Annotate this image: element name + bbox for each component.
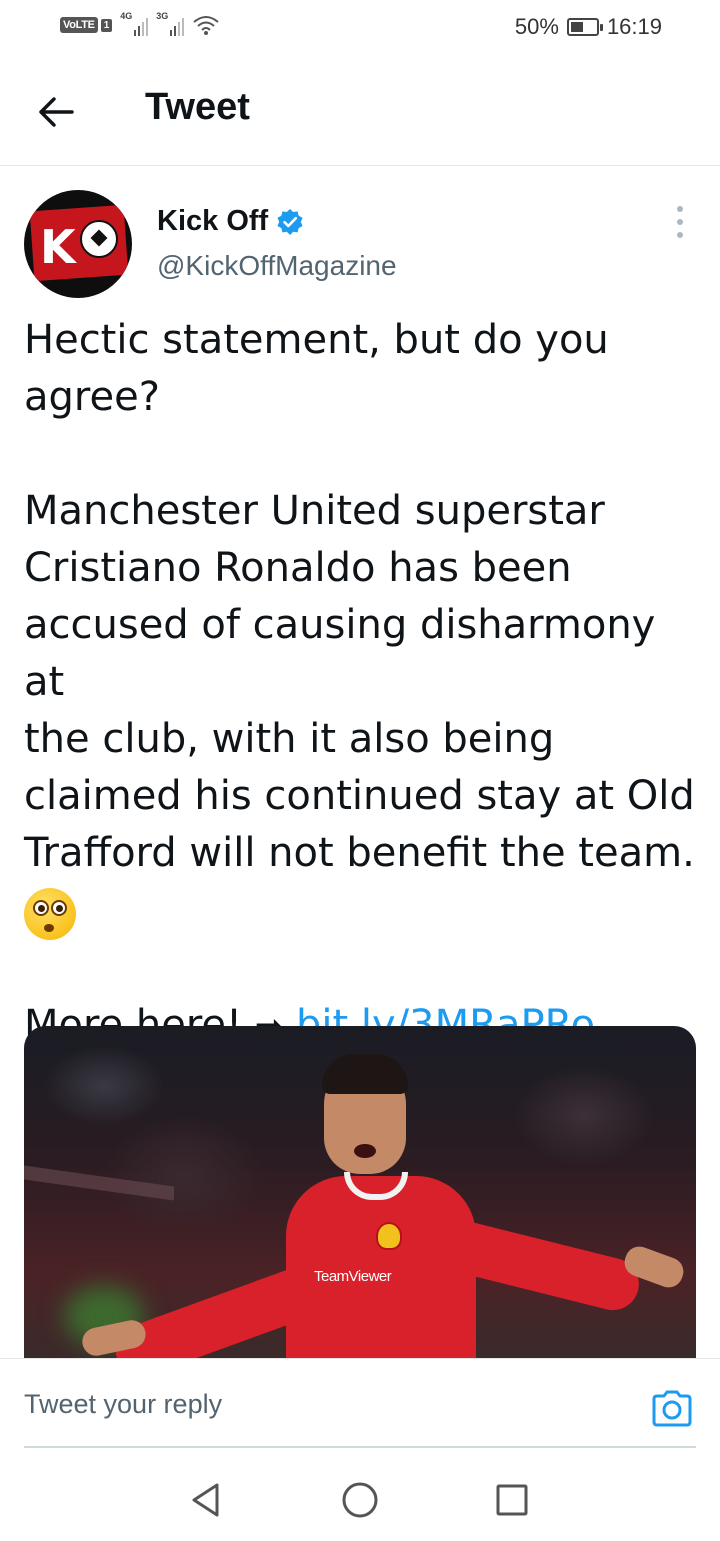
flushed-face-emoji-icon xyxy=(24,888,76,940)
page-title: Tweet xyxy=(145,86,250,128)
author-display-name[interactable]: Kick Off xyxy=(157,205,304,238)
tweet-text-line: Trafford will not benefit the team. xyxy=(24,830,695,876)
wifi-icon xyxy=(193,16,219,35)
tweet-text-line: claimed his continued stay at Old xyxy=(24,773,695,819)
football-icon xyxy=(80,220,118,258)
nav-back-button[interactable] xyxy=(182,1478,230,1522)
network-type-label: 3G xyxy=(156,11,169,21)
battery-percent: 50% xyxy=(514,14,559,39)
club-crest-icon xyxy=(376,1222,402,1250)
tweet-media-image[interactable]: TeamViewer xyxy=(24,1026,696,1358)
camera-icon[interactable] xyxy=(650,1389,694,1429)
reply-bar: Tweet your reply xyxy=(0,1358,720,1448)
status-bar: VoLTE 1 4G 3G 50% 16:19 xyxy=(0,0,720,56)
clock: 16:19 xyxy=(606,14,662,39)
system-nav-bar xyxy=(0,1450,720,1541)
battery-icon xyxy=(566,18,603,36)
tweet-text-line: agree? xyxy=(24,374,160,420)
tweet-text-line: Hectic statement, but do you xyxy=(24,317,609,363)
shirt-sponsor-text: TeamViewer xyxy=(314,1268,392,1285)
circle-home-icon xyxy=(342,1482,378,1518)
square-recents-icon xyxy=(496,1484,528,1516)
tweet-text-line: accused of causing disharmony at xyxy=(24,602,656,705)
sim-indicator: 1 xyxy=(100,18,113,32)
tweet-text-line: Manchester United superstar xyxy=(24,488,605,534)
nav-recents-button[interactable] xyxy=(488,1478,536,1522)
player-shirt xyxy=(286,1176,476,1358)
signal-strength-icon-sim1: 4G xyxy=(120,11,149,36)
top-app-bar: Tweet xyxy=(0,56,720,166)
status-left-indicators: VoLTE 1 4G 3G xyxy=(60,11,220,36)
network-type-label: 4G xyxy=(120,11,133,21)
signal-strength-icon-sim2: 3G xyxy=(156,11,185,36)
reply-input[interactable]: Tweet your reply xyxy=(24,1389,222,1420)
more-dot-icon xyxy=(677,232,683,238)
status-right-indicators: 50% 16:19 xyxy=(515,14,662,40)
more-dot-icon xyxy=(677,219,683,225)
volte-indicator: VoLTE xyxy=(60,17,98,33)
arrow-left-icon xyxy=(39,97,74,127)
tweet-text-line: the club, with it also being xyxy=(24,716,555,762)
back-button[interactable] xyxy=(30,90,82,134)
verified-badge-icon xyxy=(277,208,303,235)
triangle-back-icon xyxy=(192,1483,219,1517)
more-options-button[interactable] xyxy=(668,206,692,238)
tweet-text-line: Cristiano Ronaldo has been xyxy=(24,545,572,591)
author-handle[interactable]: @KickOffMagazine xyxy=(157,250,397,282)
reply-divider xyxy=(24,1446,696,1448)
more-dot-icon xyxy=(677,206,683,212)
nav-home-button[interactable] xyxy=(336,1478,384,1522)
display-name-text: Kick Off xyxy=(157,205,269,237)
tweet-text: Hectic statement, but do you agree? Manc… xyxy=(24,312,704,1056)
avatar[interactable]: K xyxy=(24,190,132,298)
